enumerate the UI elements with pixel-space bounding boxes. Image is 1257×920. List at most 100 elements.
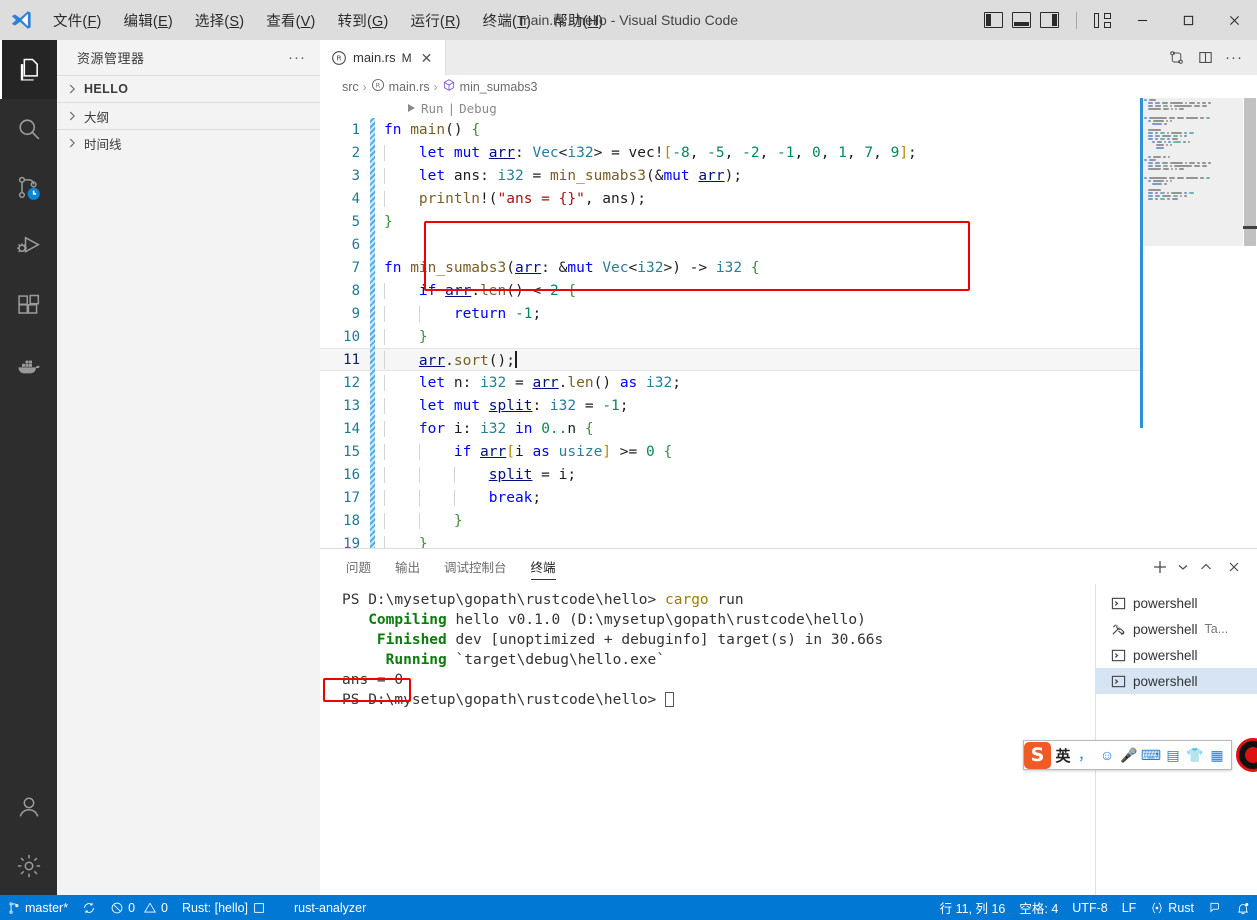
- close-button[interactable]: [1211, 0, 1257, 40]
- code-line[interactable]: 17 break;: [320, 486, 1257, 509]
- maximize-button[interactable]: [1165, 0, 1211, 40]
- breadcrumb-item-src[interactable]: src: [342, 80, 359, 94]
- status-indentation[interactable]: 空格: 4: [1012, 895, 1065, 920]
- sidebar-more-actions[interactable]: ···: [282, 49, 312, 66]
- activity-source-control[interactable]: [0, 158, 57, 217]
- more-actions-icon[interactable]: ···: [1221, 45, 1247, 71]
- maximize-panel-icon[interactable]: [1193, 554, 1219, 580]
- menu-view[interactable]: 查看(V): [255, 0, 326, 40]
- toggle-secondary-sidebar-icon[interactable]: [1040, 12, 1059, 28]
- code-line[interactable]: 6: [320, 233, 1257, 256]
- activity-settings[interactable]: [0, 836, 57, 895]
- chevron-down-icon[interactable]: [1175, 554, 1191, 580]
- status-eol[interactable]: LF: [1115, 895, 1144, 920]
- new-terminal-icon[interactable]: [1147, 554, 1173, 580]
- code-line[interactable]: 5}: [320, 210, 1257, 233]
- terminal-list-item[interactable]: powershell: [1096, 590, 1257, 616]
- line-number: 6: [351, 236, 360, 253]
- menu-file[interactable]: 文件(F): [42, 0, 113, 40]
- editor-tab-close-icon[interactable]: ✕: [418, 49, 436, 67]
- status-encoding[interactable]: UTF-8: [1065, 895, 1114, 920]
- code-line[interactable]: 16 split = i;: [320, 463, 1257, 486]
- menu-help[interactable]: 帮助(H): [542, 0, 614, 40]
- status-sync[interactable]: [75, 895, 103, 920]
- minimap-slider[interactable]: [1140, 98, 1243, 246]
- code-line[interactable]: 1 fn main() {: [320, 118, 1257, 141]
- terminal-list-item[interactable]: powershell Ta...: [1096, 616, 1257, 642]
- code-line[interactable]: 9 return -1;: [320, 302, 1257, 325]
- menu-run[interactable]: 运行(R): [400, 0, 472, 40]
- minimize-button[interactable]: [1119, 0, 1165, 40]
- menu-terminal[interactable]: 终端(T): [472, 0, 543, 40]
- status-cursor-position[interactable]: 行 11, 列 16: [933, 895, 1013, 920]
- sogou-logo-icon[interactable]: S: [1024, 741, 1051, 769]
- code-line[interactable]: 18 }: [320, 509, 1257, 532]
- codelens-run[interactable]: Run: [421, 101, 444, 116]
- code-line[interactable]: 4 println!("ans = {}", ans);: [320, 187, 1257, 210]
- ime-mode-english[interactable]: 英: [1052, 742, 1074, 768]
- ime-voice-icon[interactable]: 🎤: [1118, 742, 1140, 768]
- close-panel-icon[interactable]: [1221, 554, 1247, 580]
- code-line[interactable]: 12 let n: i32 = arr.len() as i32;: [320, 371, 1257, 394]
- explorer-section-timeline[interactable]: 时间线: [57, 129, 320, 156]
- breadcrumb-item-main-rs[interactable]: R main.rs: [371, 78, 430, 95]
- status-branch[interactable]: master*: [0, 895, 75, 920]
- code-line[interactable]: 19 }: [320, 532, 1257, 548]
- status-problems[interactable]: 0 0: [103, 895, 175, 920]
- code-line[interactable]: 15 if arr[i as usize] >= 0 {: [320, 440, 1257, 463]
- panel-tab-debug-console[interactable]: 调试控制台: [432, 549, 519, 584]
- code-line[interactable]: 8 if arr.len() < 2 {: [320, 279, 1257, 302]
- activity-search[interactable]: [0, 99, 57, 158]
- code-line[interactable]: 3 let ans: i32 = min_sumabs3(&mut arr);: [320, 164, 1257, 187]
- codelens-debug[interactable]: Debug: [459, 101, 497, 116]
- menu-selection[interactable]: 选择(S): [184, 0, 255, 40]
- code-line[interactable]: 11 arr.sort();: [320, 348, 1257, 371]
- status-language-mode[interactable]: Rust: [1143, 895, 1201, 920]
- code-line[interactable]: 10 }: [320, 325, 1257, 348]
- activity-run-debug[interactable]: [0, 217, 57, 276]
- terminal-list-item[interactable]: powershell: [1096, 642, 1257, 668]
- editor-tab-main-rs[interactable]: R main.rs M ✕: [320, 40, 447, 75]
- activity-extensions[interactable]: [0, 276, 57, 335]
- status-notifications[interactable]: [1229, 895, 1257, 920]
- terminal-output[interactable]: PS D:\mysetup\gopath\rustcode\hello> car…: [320, 584, 1095, 895]
- status-rust-toolchain[interactable]: Rust: [hello]: [175, 895, 273, 920]
- minimap[interactable]: [1140, 98, 1243, 548]
- toggle-primary-sidebar-icon[interactable]: [984, 12, 1003, 28]
- activity-accounts[interactable]: [0, 777, 57, 836]
- ime-card-icon[interactable]: ▤: [1162, 742, 1184, 768]
- customize-layout-icon[interactable]: [1094, 12, 1111, 28]
- toggle-panel-icon[interactable]: [1012, 12, 1031, 28]
- terminal-list-item[interactable]: powershell: [1096, 668, 1257, 694]
- panel-tab-output[interactable]: 输出: [383, 549, 432, 584]
- code-line[interactable]: 14 for i: i32 in 0..n {: [320, 417, 1257, 440]
- activity-docker[interactable]: [0, 335, 57, 394]
- ime-skin-icon[interactable]: 👕: [1184, 742, 1206, 768]
- menu-edit[interactable]: 编辑(E): [113, 0, 184, 40]
- code-line[interactable]: 2 let mut arr: Vec<i32> = vec![-8, -5, -…: [320, 141, 1257, 164]
- ime-punctuation-icon[interactable]: ，: [1074, 742, 1096, 768]
- explorer-section-hello[interactable]: HELLO: [57, 75, 320, 102]
- code-editor[interactable]: Run | Debug 1 fn main() {2 let mut arr: V…: [320, 98, 1257, 548]
- breadcrumb-item-symbol[interactable]: min_sumabs3: [442, 78, 537, 95]
- status-feedback[interactable]: [1201, 895, 1229, 920]
- explorer-section-outline[interactable]: 大纲: [57, 102, 320, 129]
- scrollbar-thumb[interactable]: [1244, 98, 1256, 246]
- ime-soft-keyboard-icon[interactable]: ⌨: [1140, 742, 1162, 768]
- code-line[interactable]: 13 let mut split: i32 = -1;: [320, 394, 1257, 417]
- status-rust-analyzer[interactable]: rust-analyzer: [287, 895, 373, 920]
- code-line[interactable]: 7 fn min_sumabs3(arr: &mut Vec<i32>) -> i…: [320, 256, 1257, 279]
- panel-tab-terminal[interactable]: 终端: [519, 549, 568, 584]
- split-editor-icon[interactable]: [1192, 45, 1218, 71]
- menu-go[interactable]: 转到(G): [327, 0, 400, 40]
- sogou-ime-toolbar[interactable]: S 英， ☺ 🎤 ⌨ ▤ 👕 ▦: [1023, 740, 1232, 770]
- ime-emoji-icon[interactable]: ☺: [1096, 742, 1118, 768]
- code-text: split = i;: [375, 466, 576, 483]
- ime-apps-icon[interactable]: ▦: [1206, 742, 1228, 768]
- open-changes-icon[interactable]: [1163, 45, 1189, 71]
- terminal-status-tag: Finished: [376, 632, 447, 648]
- code-lines[interactable]: 1 fn main() {2 let mut arr: Vec<i32> = ve…: [320, 118, 1257, 548]
- editor-vertical-scrollbar[interactable]: [1243, 98, 1257, 548]
- panel-tab-problems[interactable]: 问题: [334, 549, 383, 584]
- activity-explorer[interactable]: [0, 40, 57, 99]
